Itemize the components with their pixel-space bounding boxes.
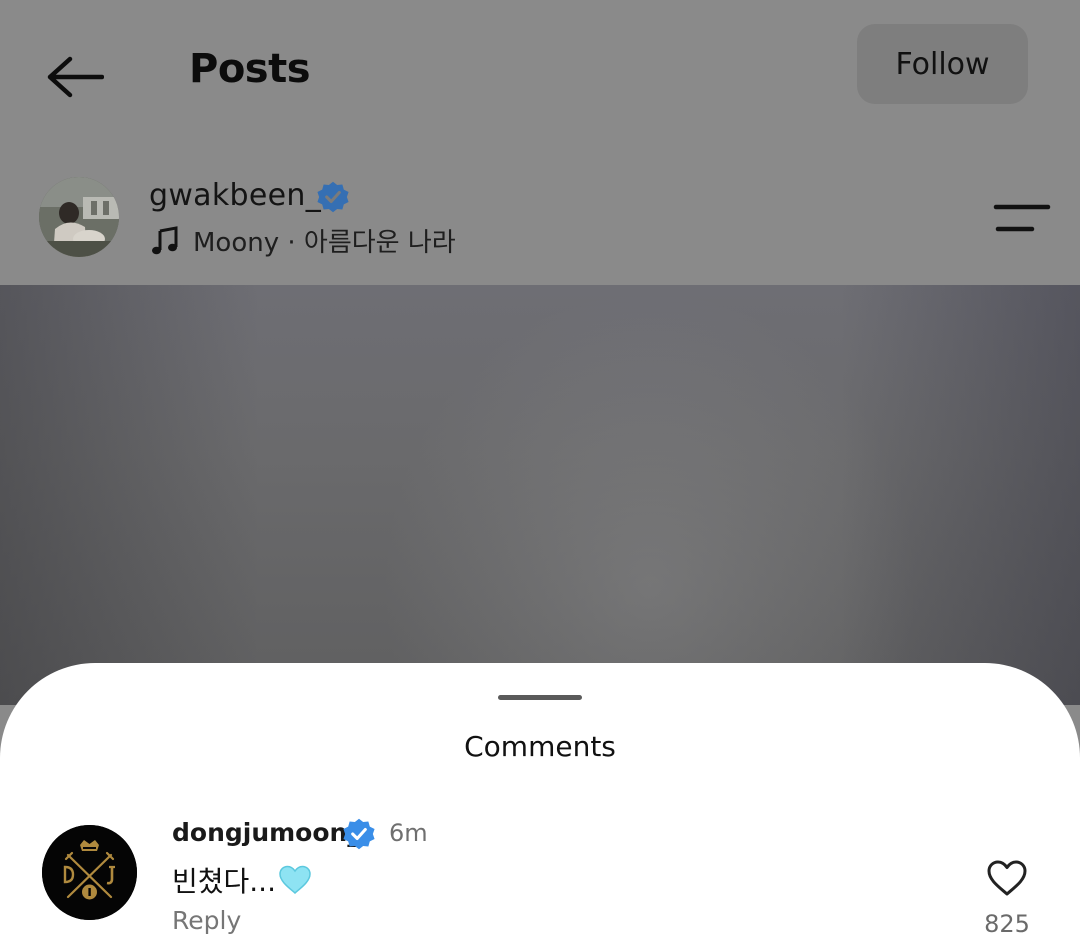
verified-badge-icon xyxy=(317,181,349,213)
verified-badge-icon xyxy=(343,818,375,850)
like-count: 825 xyxy=(984,910,1030,938)
commenter-username[interactable]: dongjumoon_ xyxy=(172,818,360,847)
media-shade xyxy=(0,285,260,705)
back-button[interactable] xyxy=(40,50,108,104)
top-bar: Posts Follow xyxy=(0,0,1080,150)
heart-outline-icon[interactable] xyxy=(985,858,1029,898)
comments-title: Comments xyxy=(464,730,616,763)
comment-item: dongjumoon_ 6m 빈쳤다... Reply 825 xyxy=(0,813,1080,952)
author-avatar-photo xyxy=(39,177,119,257)
music-title: Moony · 아름다운 나라 xyxy=(193,228,456,258)
comment-text-row: 빈쳤다... xyxy=(172,860,312,900)
dj-logo-icon xyxy=(42,825,137,920)
commenter-avatar[interactable] xyxy=(42,825,137,920)
music-attribution[interactable]: Moony · 아름다운 나라 xyxy=(149,222,456,259)
media-shade xyxy=(840,285,1080,705)
follow-button[interactable]: Follow xyxy=(857,24,1028,104)
comments-sheet: Comments dongjumoon_ 6m 빈쳤다... Reply 825 xyxy=(0,663,1080,952)
comment-text: 빈쳤다... xyxy=(172,865,276,898)
author-avatar[interactable] xyxy=(39,177,119,257)
music-note-icon xyxy=(152,225,178,254)
instagram-post-screen: Posts Follow gwakbeen_ Moony · 아름다운 나라 C… xyxy=(0,0,1080,952)
reply-button[interactable]: Reply xyxy=(172,906,241,935)
options-menu-icon[interactable] xyxy=(992,202,1052,232)
back-arrow-icon xyxy=(47,56,104,98)
author-username[interactable]: gwakbeen_ xyxy=(149,178,321,213)
light-blue-heart-icon xyxy=(279,865,311,894)
comment-timestamp: 6m xyxy=(389,819,428,847)
page-title: Posts xyxy=(189,46,311,92)
post-media[interactable] xyxy=(0,285,1080,705)
sheet-drag-handle[interactable] xyxy=(498,695,582,700)
post-author-row: gwakbeen_ Moony · 아름다운 나라 xyxy=(0,150,1080,285)
